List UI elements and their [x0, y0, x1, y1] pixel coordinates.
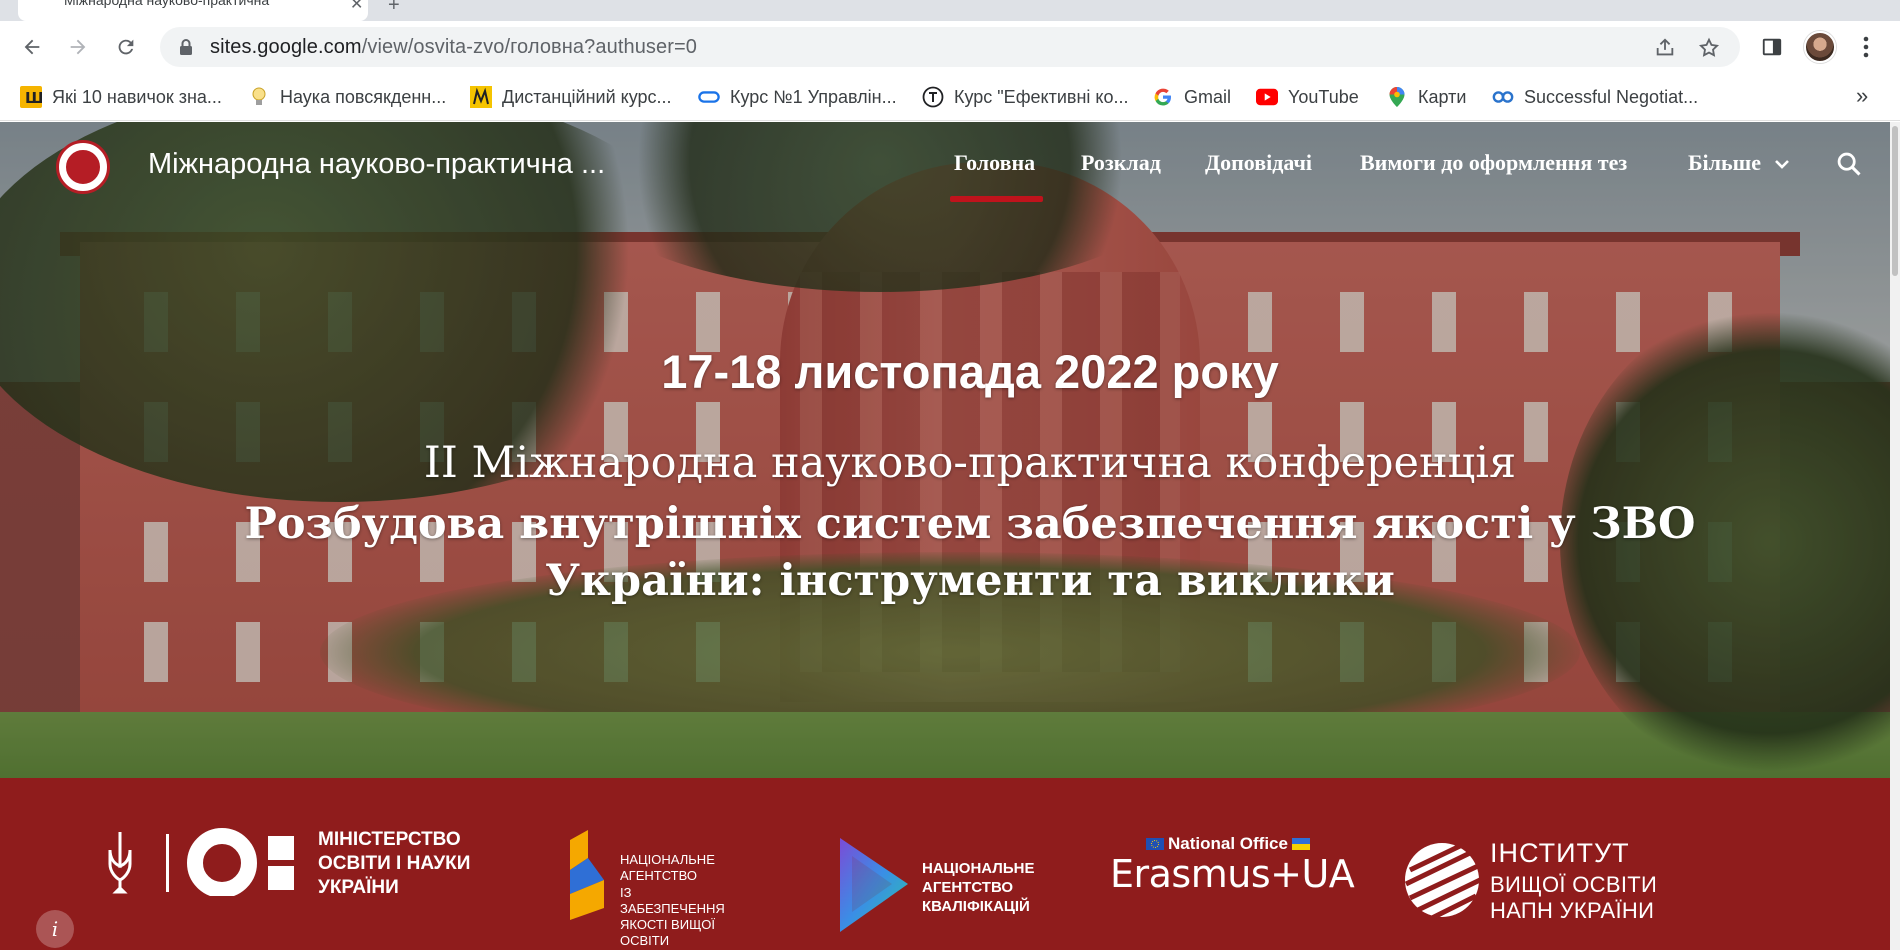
conference-date: 17-18 листопада 2022 року: [661, 345, 1279, 398]
tab-strip: Міжнародна науково-практична ✕ +: [0, 0, 1900, 21]
partner-mon-text: України: [318, 876, 399, 898]
conference-title: Розбудова внутрішніх систем забезпечення…: [0, 496, 1890, 610]
conference-title-line: Розбудова внутрішніх систем забезпечення…: [244, 499, 1696, 549]
bookmarks-bar: Ш Які 10 навичок зна... Наука повсякденн…: [0, 73, 1900, 121]
profile-avatar[interactable]: [1804, 31, 1836, 63]
bookmark-label: Наука повсякденн...: [280, 86, 447, 107]
nav-schedule[interactable]: Розклад: [1081, 150, 1161, 176]
youtube-icon: [1256, 86, 1278, 108]
sh-logo-icon: Ш: [20, 86, 42, 108]
bookmark-label: Карти: [1418, 86, 1467, 107]
url-host: sites.google.com: [210, 36, 362, 58]
bookmark-6[interactable]: Gmail: [1152, 85, 1231, 109]
partner-naqa[interactable]: Національне агентство із забезпечення як…: [566, 830, 725, 948]
address-bar[interactable]: sites.google.com/view/osvita-zvo/головна…: [160, 27, 1740, 67]
bookmark-4[interactable]: Курс №1 Управлін...: [698, 85, 897, 109]
tab-close-icon[interactable]: ✕: [350, 0, 363, 14]
naqa-logo-icon: [570, 830, 604, 920]
bookmark-label: Дистанційний курс...: [502, 86, 672, 107]
url-text[interactable]: sites.google.com/view/osvita-zvo/головна…: [210, 36, 697, 59]
eu-flag-icon: [1146, 838, 1164, 850]
lock-icon[interactable]: [178, 38, 194, 61]
site-info-icon[interactable]: i: [36, 910, 74, 948]
page-scrollbar[interactable]: [1890, 122, 1900, 950]
coursera-icon: [1492, 86, 1514, 108]
site-logo-emblem: [64, 148, 102, 186]
chevron-down-icon: [1774, 150, 1790, 176]
new-tab-icon[interactable]: +: [388, 0, 400, 17]
bookmark-star-icon[interactable]: [1698, 37, 1720, 59]
partner-ihe-text: Інститут: [1490, 838, 1630, 868]
bookmark-8[interactable]: Карти: [1386, 85, 1466, 109]
browser-toolbar: sites.google.com/view/osvita-zvo/головна…: [0, 21, 1900, 73]
bookmark-label: Gmail: [1184, 86, 1232, 107]
site-header: Міжнародна науково-практична ... Головна…: [0, 122, 1890, 202]
share-icon[interactable]: [1654, 37, 1676, 59]
nqa-logo-icon: [840, 838, 908, 932]
nav-abstract-requirements[interactable]: Вимоги до оформлення тез: [1360, 150, 1627, 176]
bookmark-1[interactable]: Ш Які 10 навичок зна...: [20, 85, 222, 109]
tab-title: Міжнародна науково-практична: [64, 0, 270, 8]
nav-more[interactable]: Більше: [1688, 150, 1790, 176]
nav-active-indicator: [950, 196, 1043, 202]
hero-banner: Міжнародна науково-практична ... Головна…: [0, 122, 1890, 778]
ihe-globe-icon: [1404, 843, 1482, 921]
active-tab[interactable]: Міжнародна науково-практична ✕: [18, 0, 368, 21]
partner-nqa-text: кваліфікацій: [922, 897, 1030, 915]
more-bookmarks-icon[interactable]: »: [1856, 83, 1868, 109]
nav-speakers[interactable]: Доповідачі: [1205, 150, 1312, 176]
partner-erasmus-name: Erasmus+UA: [1110, 852, 1355, 896]
partner-naqa-text: агентство: [620, 868, 697, 884]
nav-more-label: Більше: [1688, 150, 1761, 175]
partner-naqa-text: якості вищої освіти: [620, 917, 715, 949]
partner-mon[interactable]: Міністерство освіти і науки України: [100, 828, 475, 901]
bookmark-7[interactable]: YouTube: [1256, 85, 1359, 109]
partner-erasmus[interactable]: National Office Erasmus+UA: [1110, 834, 1360, 894]
reload-icon[interactable]: [112, 33, 140, 61]
search-icon[interactable]: [1835, 150, 1863, 183]
bookmark-label: Курс №1 Управлін...: [730, 86, 897, 107]
partner-mon-text: Міністерство: [318, 829, 461, 850]
ukraine-flag-icon: [1291, 838, 1310, 850]
partner-mon-text: освіти і науки: [318, 852, 471, 874]
conference-subtitle: II Міжнародна науково-практична конферен…: [423, 438, 1517, 488]
partner-nqa-text: Національне: [922, 860, 1035, 877]
bookmark-label: YouTube: [1288, 86, 1359, 107]
bookmark-3[interactable]: Дистанційний курс...: [470, 85, 672, 109]
partner-naqa-text: Національне: [620, 852, 715, 867]
forward-arrow-icon[interactable]: [64, 33, 92, 61]
partner-ihe-text: НАПН України: [1490, 898, 1655, 924]
bookmark-9[interactable]: Successful Negotiat...: [1492, 85, 1698, 109]
bookmark-label: Курс "Ефективні ко...: [954, 86, 1129, 107]
maps-pin-icon: [1386, 86, 1408, 108]
site-logo[interactable]: [56, 140, 110, 194]
side-panel-icon[interactable]: [1758, 33, 1786, 61]
google-icon: [1152, 86, 1174, 108]
partner-ihe-text: вищої освіти: [1490, 872, 1658, 897]
bookmark-label: Successful Negotiat...: [1524, 86, 1699, 107]
lightbulb-icon: [248, 86, 270, 108]
back-arrow-icon[interactable]: [18, 33, 46, 61]
partner-ihe[interactable]: Інститут вищої освіти НАПН України: [1402, 840, 1657, 925]
partner-nqa-text: агентство: [922, 878, 1014, 896]
partner-nqa[interactable]: Національне агентство кваліфікацій: [838, 836, 1034, 939]
partner-naqa-text: із забезпечення: [620, 884, 725, 916]
page-content: Міжнародна науково-практична ... Головна…: [0, 122, 1890, 950]
scrollbar-thumb[interactable]: [1892, 126, 1898, 276]
partners-band: Міністерство освіти і науки України Наці…: [0, 778, 1890, 950]
prometheus-icon: [470, 86, 492, 108]
partner-erasmus-office: National Office: [1168, 834, 1288, 853]
conference-title-line: України: інструменти та виклики: [545, 556, 1395, 606]
link-icon: [698, 86, 720, 108]
bookmark-label: Які 10 навичок зна...: [52, 86, 222, 107]
site-title[interactable]: Міжнародна науково-практична ...: [148, 148, 605, 181]
bookmark-5[interactable]: Курс "Ефективні ко...: [922, 85, 1128, 109]
t-circle-icon: [922, 86, 944, 108]
svg-text:Ш: Ш: [25, 89, 42, 107]
url-path: /view/osvita-zvo/головна?authuser=0: [361, 36, 698, 58]
browser-menu-icon[interactable]: [1852, 33, 1880, 61]
bookmark-2[interactable]: Наука повсякденн...: [248, 85, 446, 109]
nav-home[interactable]: Головна: [954, 150, 1035, 176]
